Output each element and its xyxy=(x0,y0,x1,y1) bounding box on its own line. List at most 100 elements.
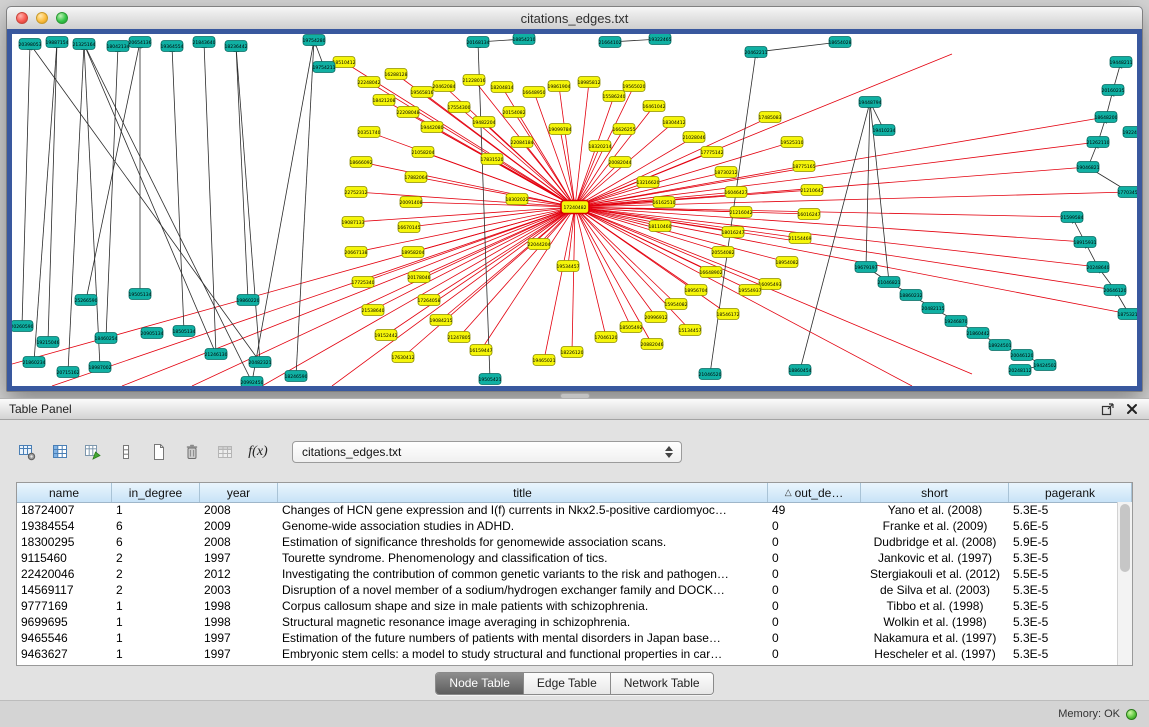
network-node[interactable]: 19424502 xyxy=(1034,360,1057,371)
network-node[interactable]: 17264058 xyxy=(418,295,441,306)
network-node[interactable]: 19046821 xyxy=(1077,162,1100,173)
network-node[interactable]: 21538640 xyxy=(362,305,385,316)
table-settings-button[interactable] xyxy=(14,439,40,465)
network-selector[interactable]: citations_edges.txt xyxy=(292,441,682,463)
network-node[interactable]: 21210642 xyxy=(801,185,824,196)
network-edge[interactable] xyxy=(236,46,248,300)
network-node[interactable]: 18510412 xyxy=(333,57,356,68)
network-node[interactable]: 18421208 xyxy=(373,95,396,106)
network-node[interactable]: 21843640 xyxy=(193,37,216,48)
network-node[interactable]: 19679197 xyxy=(855,262,878,273)
network-node[interactable]: 20248112 xyxy=(1009,365,1032,376)
network-node[interactable]: 21860234 xyxy=(23,357,46,368)
function-builder-button[interactable]: f(x) xyxy=(245,439,271,465)
network-node[interactable]: 16162510 xyxy=(653,197,676,208)
network-node[interactable]: 20462211 xyxy=(745,47,768,58)
network-node[interactable]: 18730212 xyxy=(715,167,738,178)
table-row[interactable]: 22420046 2 2012 Investigating the contri… xyxy=(17,566,1117,582)
network-node[interactable]: 19215046 xyxy=(37,337,60,348)
network-node[interactable]: 15134457 xyxy=(679,325,702,336)
network-edge[interactable] xyxy=(756,42,840,52)
float-panel-icon[interactable] xyxy=(1100,401,1116,417)
network-node[interactable]: 19554937 xyxy=(739,285,762,296)
show-columns-button[interactable] xyxy=(47,439,73,465)
network-node[interactable]: 25266590 xyxy=(75,295,98,306)
network-node[interactable]: 19364554 xyxy=(161,41,184,52)
network-node[interactable]: 17725340 xyxy=(352,277,375,288)
network-node[interactable]: 18226120 xyxy=(561,347,584,358)
network-edge[interactable] xyxy=(575,207,800,238)
network-edge[interactable] xyxy=(48,42,57,342)
network-node[interactable]: 20398053 xyxy=(19,39,42,50)
network-node[interactable]: 18016247 xyxy=(722,227,745,238)
network-node[interactable]: 17882064 xyxy=(405,172,428,183)
network-node[interactable]: 19246870 xyxy=(945,316,968,327)
network-node[interactable]: 19152442 xyxy=(375,330,398,341)
network-node[interactable]: 16670145 xyxy=(398,222,421,233)
network-node[interactable]: 18236442 xyxy=(225,41,248,52)
network-node[interactable]: 21246130 xyxy=(205,349,228,360)
close-window-button[interactable] xyxy=(16,12,28,24)
network-node[interactable]: 18924501 xyxy=(989,340,1012,351)
network-node[interactable]: 18304412 xyxy=(663,117,686,128)
network-edge[interactable] xyxy=(204,42,216,354)
network-node[interactable]: 20160235 xyxy=(1102,85,1125,96)
column-header-year[interactable]: year xyxy=(200,483,278,502)
network-node[interactable]: 20046120 xyxy=(1011,350,1034,361)
network-edge[interactable] xyxy=(429,207,575,300)
network-node[interactable]: 21046520 xyxy=(699,369,722,380)
table-vertical-scrollbar[interactable] xyxy=(1117,502,1132,665)
network-node[interactable]: 18775165 xyxy=(793,161,816,172)
network-node[interactable]: 20646120 xyxy=(1104,285,1127,296)
network-node[interactable]: 15586240 xyxy=(603,91,626,102)
network-edge[interactable] xyxy=(575,207,606,337)
network-node[interactable]: 19442080 xyxy=(421,122,444,133)
network-node[interactable]: 18460254 xyxy=(95,333,118,344)
network-node[interactable]: 17775142 xyxy=(701,147,724,158)
network-node[interactable]: 17630412 xyxy=(392,352,415,363)
network-node[interactable]: 18854210 xyxy=(513,34,536,45)
network-edge[interactable] xyxy=(22,44,30,326)
network-node[interactable]: 18110460 xyxy=(649,221,672,232)
network-node[interactable]: 20154082 xyxy=(503,107,526,118)
network-node[interactable]: 18654028 xyxy=(829,37,852,48)
network-node[interactable]: 17240482 xyxy=(561,201,589,214)
network-node[interactable]: 21599584 xyxy=(1061,212,1084,223)
network-node[interactable]: 16095493 xyxy=(759,279,782,290)
network-node[interactable]: 19525310 xyxy=(781,137,804,148)
network-edge[interactable] xyxy=(559,86,575,207)
network-node[interactable]: 22752312 xyxy=(345,187,368,198)
network-node[interactable]: 21325164 xyxy=(73,39,96,50)
network-edge[interactable] xyxy=(172,46,184,331)
network-node[interactable]: 17046120 xyxy=(595,332,618,343)
network-edge[interactable] xyxy=(84,44,252,382)
network-edge[interactable] xyxy=(30,44,260,362)
network-edge[interactable] xyxy=(84,44,100,367)
network-node[interactable]: 22248042 xyxy=(358,77,381,88)
network-node[interactable]: 16288128 xyxy=(385,69,408,80)
network-node[interactable]: 21247805 xyxy=(448,332,471,343)
delete-column-button[interactable] xyxy=(179,439,205,465)
network-node[interactable]: 21058204 xyxy=(412,147,435,158)
network-node[interactable]: 19754280 xyxy=(303,35,326,46)
network-node[interactable]: 19754211 xyxy=(313,62,336,73)
network-node[interactable]: 19322465 xyxy=(649,34,672,45)
window-titlebar[interactable]: citations_edges.txt xyxy=(7,7,1142,30)
network-edge[interactable] xyxy=(575,207,690,330)
network-node[interactable]: 18956704 xyxy=(685,285,708,296)
network-node[interactable]: 16159447 xyxy=(470,345,493,356)
network-edge[interactable] xyxy=(236,46,260,362)
network-node[interactable]: 17703454 xyxy=(1118,187,1137,198)
network-edge[interactable] xyxy=(34,42,57,362)
network-node[interactable]: 16461042 xyxy=(643,101,666,112)
network-node[interactable]: 16648902 xyxy=(700,267,723,278)
network-node[interactable]: 16016247 xyxy=(798,209,821,220)
network-node[interactable]: 19465021 xyxy=(533,355,556,366)
network-node[interactable]: 20654136 xyxy=(129,37,152,48)
network-node[interactable]: 13216620 xyxy=(637,177,660,188)
table-row[interactable]: 14569117 2 2003 Disruption of a novel me… xyxy=(17,582,1117,598)
network-node[interactable]: 17554300 xyxy=(448,102,471,113)
network-node[interactable]: 18860454 xyxy=(789,365,812,376)
network-edge[interactable] xyxy=(361,162,575,207)
network-node[interactable]: 20462084 xyxy=(433,81,456,92)
